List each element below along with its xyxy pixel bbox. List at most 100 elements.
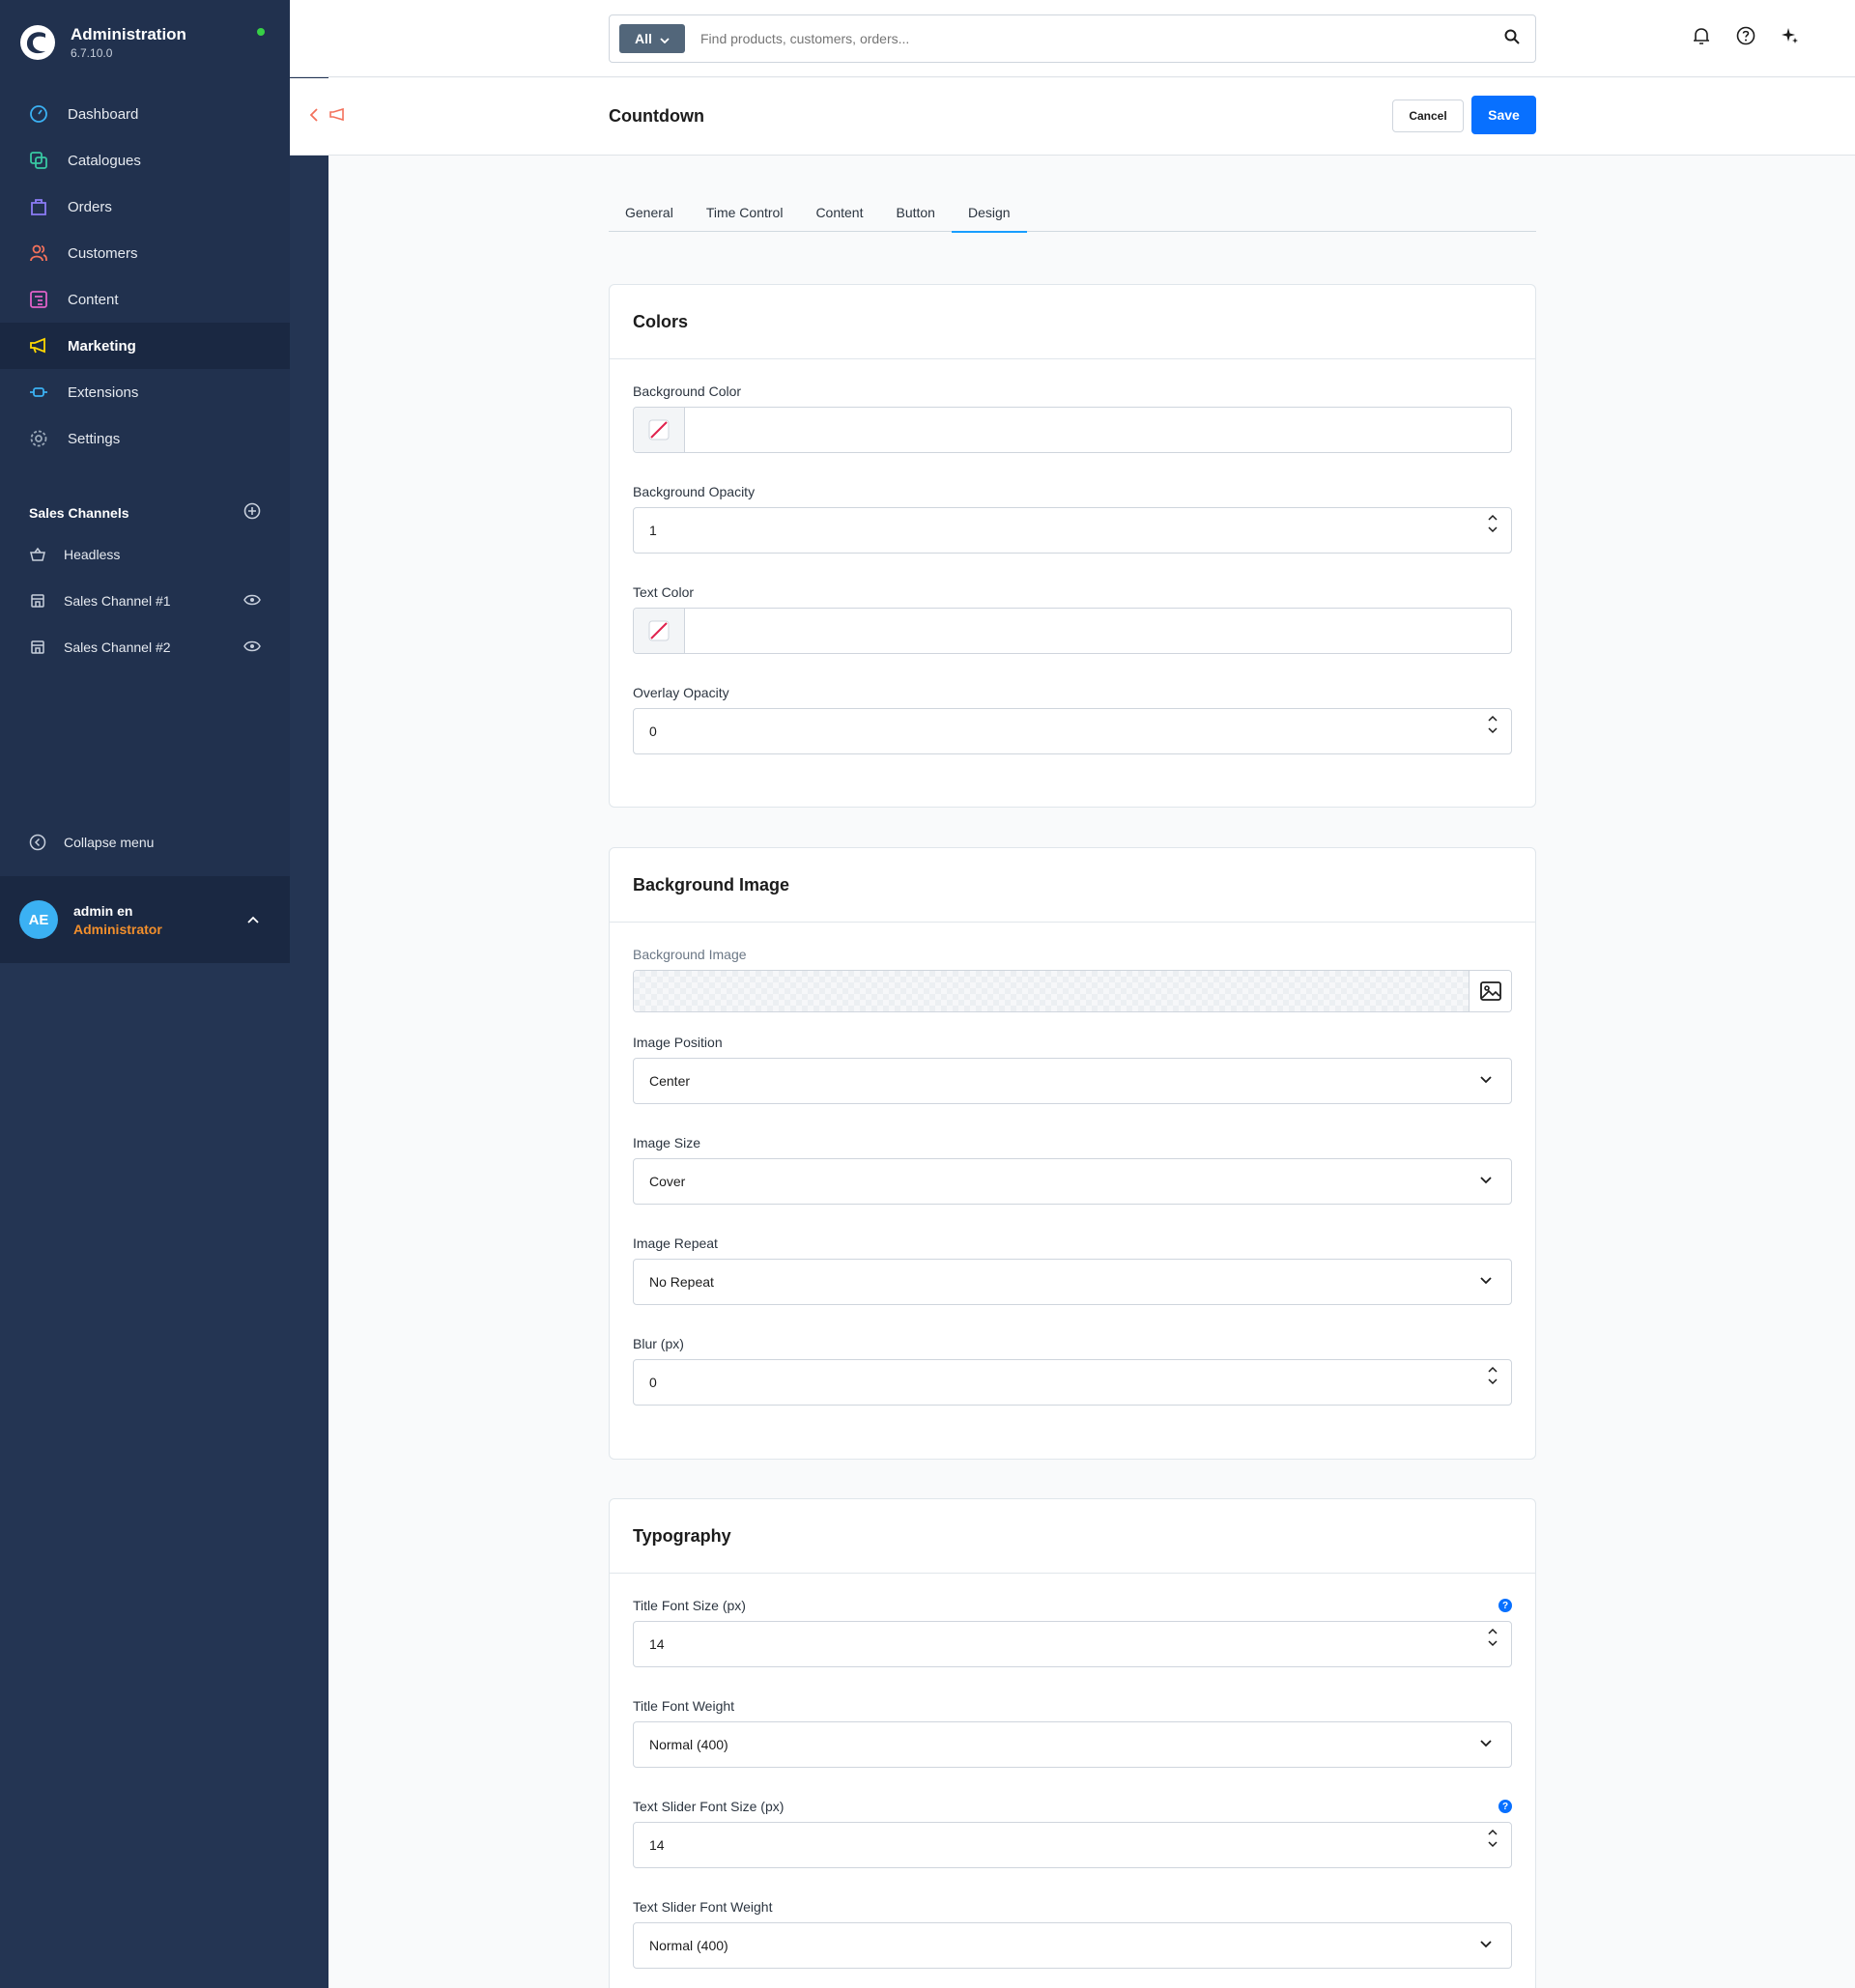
- overlay-opacity-field: Overlay Opacity 0: [633, 683, 1512, 754]
- blur-input[interactable]: 0: [633, 1359, 1512, 1406]
- nav-item-marketing[interactable]: Marketing: [0, 323, 290, 369]
- sales-channel-label: Sales Channel #2: [64, 639, 171, 655]
- tab-button[interactable]: Button: [879, 193, 951, 232]
- search-type-select[interactable]: All: [619, 24, 685, 53]
- chevron-down-icon[interactable]: [1488, 1378, 1498, 1385]
- user-menu[interactable]: AE admin en Administrator: [0, 876, 290, 963]
- chevron-down-icon[interactable]: [1488, 1640, 1498, 1647]
- info-icon[interactable]: ?: [1498, 1800, 1512, 1813]
- media-upload[interactable]: [633, 970, 1512, 1012]
- colors-card-title: Colors: [610, 285, 1535, 359]
- image-repeat-select[interactable]: No Repeat: [633, 1259, 1512, 1305]
- tab-time-control[interactable]: Time Control: [690, 193, 800, 232]
- text-color-input[interactable]: [633, 608, 1512, 654]
- chevron-up-icon[interactable]: [1488, 514, 1498, 521]
- image-position-select[interactable]: Center: [633, 1058, 1512, 1104]
- color-picker-swatch[interactable]: [634, 408, 685, 452]
- search-input[interactable]: [700, 31, 1504, 46]
- chevron-up-icon[interactable]: [1488, 715, 1498, 722]
- background-image-card-title: Background Image: [610, 848, 1535, 923]
- field-label: Title Font Weight: [633, 1698, 735, 1714]
- chevron-down-icon[interactable]: [1488, 727, 1498, 734]
- media-picker-button[interactable]: [1469, 971, 1511, 1011]
- chevron-up-icon[interactable]: [1488, 1628, 1498, 1634]
- orders-icon: [29, 197, 48, 216]
- nav-label: Customers: [68, 244, 138, 262]
- sidebar: Administration 6.7.10.0 Dashboard Catalo…: [0, 0, 290, 963]
- image-size-select[interactable]: Cover: [633, 1158, 1512, 1205]
- sales-channel-item-headless[interactable]: Headless: [0, 531, 290, 578]
- color-picker-swatch[interactable]: [634, 609, 685, 653]
- sales-channel-item-1[interactable]: Sales Channel #1: [0, 578, 290, 624]
- number-stepper[interactable]: [1488, 1829, 1498, 1848]
- global-search: All: [609, 14, 1536, 63]
- sparkles-icon[interactable]: [1780, 25, 1801, 46]
- tab-bar: General Time Control Content Button Desi…: [609, 193, 1536, 233]
- user-name: admin en: [73, 902, 133, 919]
- tab-general[interactable]: General: [609, 193, 690, 232]
- nav-item-extensions[interactable]: Extensions: [0, 369, 290, 415]
- tab-content[interactable]: Content: [799, 193, 879, 232]
- sales-channel-item-2[interactable]: Sales Channel #2: [0, 624, 290, 670]
- typography-card: Typography Title Font Size (px) ? 14 Tit…: [609, 1498, 1536, 1988]
- nav-item-catalogues[interactable]: Catalogues: [0, 137, 290, 184]
- select-value: Normal (400): [649, 1938, 728, 1953]
- eye-icon[interactable]: [243, 639, 261, 655]
- collapse-menu-button[interactable]: Collapse menu: [29, 833, 154, 852]
- select-value: Center: [649, 1073, 691, 1089]
- nav-label: Orders: [68, 198, 112, 215]
- overlay-opacity-input[interactable]: 0: [633, 708, 1512, 754]
- tab-design[interactable]: Design: [951, 193, 1027, 233]
- brand[interactable]: Administration 6.7.10.0: [19, 19, 271, 66]
- sales-channel-label: Headless: [64, 547, 121, 562]
- chevron-down-icon: [1480, 1941, 1492, 1948]
- field-label: Blur (px): [633, 1336, 684, 1351]
- colors-card: Colors Background Color Background Opaci…: [609, 284, 1536, 808]
- field-label: Overlay Opacity: [633, 685, 729, 700]
- chevron-up-icon[interactable]: [1488, 1829, 1498, 1835]
- bell-icon[interactable]: [1691, 25, 1712, 46]
- background-opacity-input[interactable]: 1: [633, 507, 1512, 554]
- basket-icon: [29, 545, 46, 564]
- cancel-button[interactable]: Cancel: [1392, 99, 1464, 132]
- user-role: Administrator: [73, 921, 162, 937]
- customers-icon: [29, 243, 48, 263]
- field-label: Background Color: [633, 383, 742, 399]
- number-stepper[interactable]: [1488, 514, 1498, 533]
- nav-item-content[interactable]: Content: [0, 276, 290, 323]
- nav-item-settings[interactable]: Settings: [0, 415, 290, 462]
- nav-label: Catalogues: [68, 152, 141, 169]
- background-color-input[interactable]: [633, 407, 1512, 453]
- chevron-left-icon[interactable]: [309, 107, 319, 128]
- eye-icon[interactable]: [243, 593, 261, 609]
- field-label: Image Size: [633, 1135, 701, 1150]
- chevron-down-icon: [1480, 1740, 1492, 1747]
- number-stepper[interactable]: [1488, 1628, 1498, 1647]
- background-opacity-field: Background Opacity 1: [633, 482, 1512, 554]
- slider-font-weight-select[interactable]: Normal (400): [633, 1922, 1512, 1969]
- chevron-down-icon: [660, 31, 670, 46]
- image-repeat-field: Image Repeat No Repeat: [633, 1234, 1512, 1305]
- number-stepper[interactable]: [1488, 1366, 1498, 1385]
- chevron-up-icon[interactable]: [247, 911, 259, 928]
- nav-item-customers[interactable]: Customers: [0, 230, 290, 276]
- title-font-weight-select[interactable]: Normal (400): [633, 1721, 1512, 1768]
- title-font-weight-field: Title Font Weight Normal (400): [633, 1696, 1512, 1768]
- main-nav: Dashboard Catalogues Orders Customers Co…: [0, 91, 290, 462]
- chevron-down-icon[interactable]: [1488, 526, 1498, 533]
- search-icon[interactable]: [1504, 29, 1520, 49]
- media-drop-area[interactable]: [634, 971, 1469, 1011]
- back-navigation: [309, 107, 346, 128]
- nav-item-dashboard[interactable]: Dashboard: [0, 91, 290, 137]
- chevron-up-icon[interactable]: [1488, 1366, 1498, 1373]
- nav-item-orders[interactable]: Orders: [0, 184, 290, 230]
- title-font-size-input[interactable]: 14: [633, 1621, 1512, 1667]
- help-icon[interactable]: [1735, 25, 1756, 46]
- info-icon[interactable]: ?: [1498, 1599, 1512, 1612]
- slider-font-size-input[interactable]: 14: [633, 1822, 1512, 1868]
- save-button[interactable]: Save: [1471, 96, 1536, 134]
- background-image-field: Background Image: [633, 945, 1512, 1012]
- chevron-down-icon[interactable]: [1488, 1841, 1498, 1848]
- add-sales-channel-icon[interactable]: [243, 502, 261, 523]
- number-stepper[interactable]: [1488, 715, 1498, 734]
